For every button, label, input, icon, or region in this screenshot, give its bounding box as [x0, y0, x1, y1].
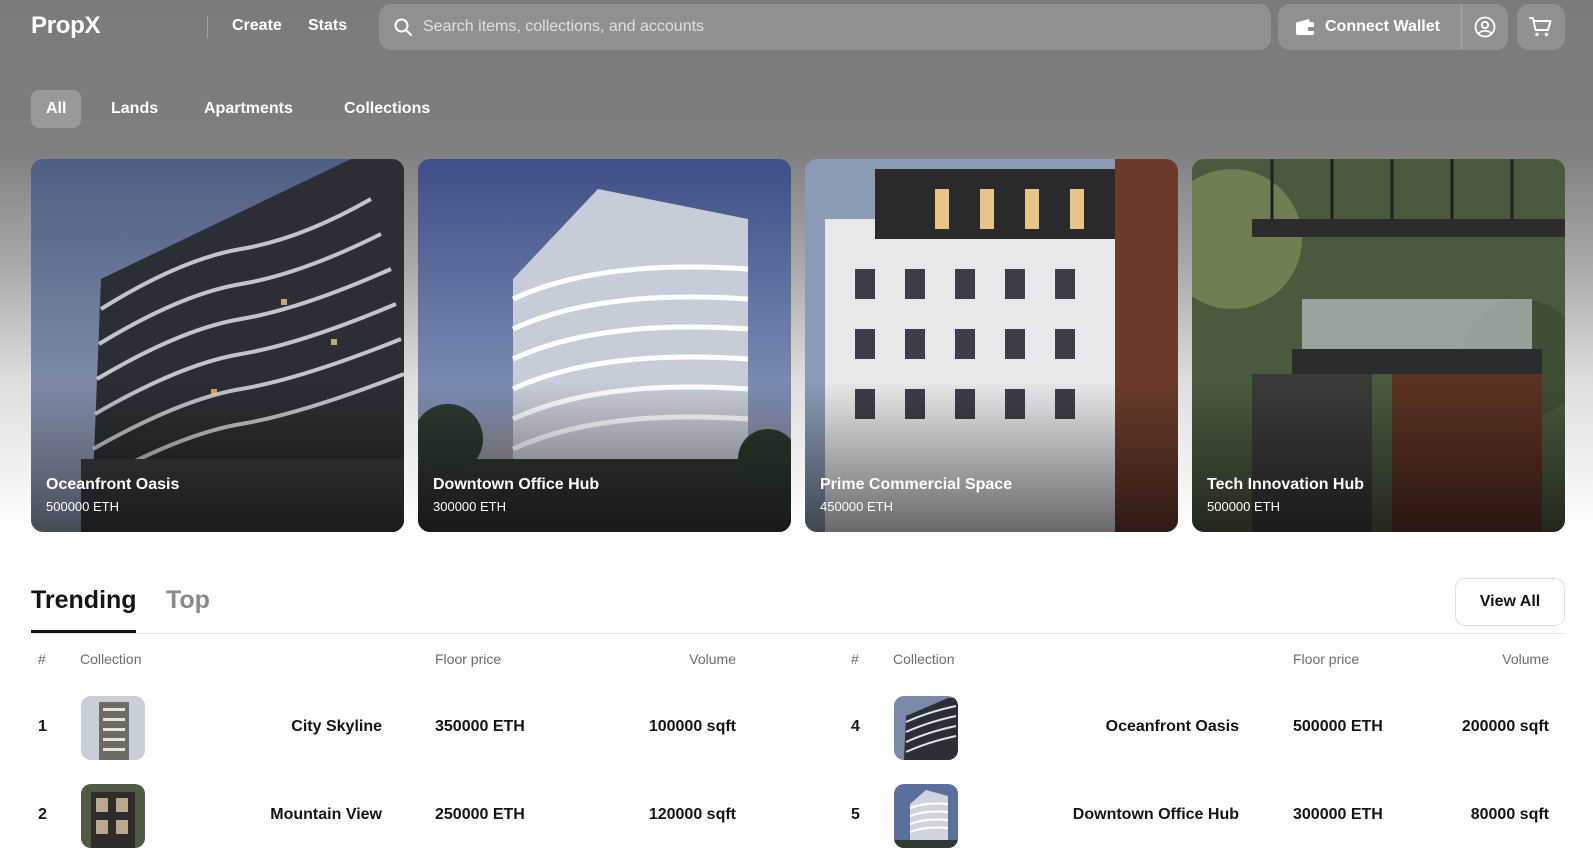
collection-thumbnail — [894, 696, 958, 760]
search-icon — [394, 18, 412, 36]
section-divider — [31, 633, 1565, 634]
profile-button[interactable] — [1462, 4, 1508, 50]
row-floor-price: 500000 ETH — [1293, 718, 1383, 735]
row-volume: 120000 sqft — [648, 806, 736, 823]
card-price: 500000 ETH — [1207, 499, 1280, 514]
row-volume: 200000 sqft — [1461, 718, 1549, 735]
category-tab-collections[interactable]: Collections — [344, 90, 430, 128]
card-title: Prime Commercial Space — [820, 476, 1013, 493]
nav-stats-link[interactable]: Stats — [308, 17, 347, 35]
column-header-volume: Volume — [689, 651, 736, 667]
search-bar[interactable] — [379, 4, 1271, 50]
card-title: Oceanfront Oasis — [46, 476, 180, 493]
column-header-collection: Collection — [80, 651, 142, 667]
card-price: 500000 ETH — [46, 499, 119, 514]
featured-card[interactable]: Prime Commercial Space 450000 ETH — [805, 159, 1178, 532]
collection-thumbnail — [81, 784, 145, 848]
logo[interactable]: PropX — [31, 12, 100, 40]
view-all-button[interactable]: View All — [1455, 578, 1565, 626]
connect-wallet-button[interactable]: Connect Wallet — [1278, 4, 1461, 50]
account-actions: Connect Wallet — [1278, 4, 1508, 50]
featured-card[interactable]: Tech Innovation Hub 500000 ETH — [1192, 159, 1565, 532]
column-header-rank: # — [38, 651, 46, 667]
row-floor-price: 350000 ETH — [435, 718, 525, 735]
row-volume: 80000 sqft — [1470, 806, 1549, 823]
row-collection-name: Mountain View — [270, 806, 382, 823]
featured-card[interactable]: Oceanfront Oasis 500000 ETH — [31, 159, 404, 532]
row-collection-name: Downtown Office Hub — [1072, 806, 1239, 823]
row-floor-price: 250000 ETH — [435, 806, 525, 823]
tab-top[interactable]: Top — [166, 586, 210, 615]
row-floor-price: 300000 ETH — [1293, 806, 1383, 823]
cart-icon — [1529, 17, 1552, 37]
column-header-floor-price: Floor price — [435, 651, 502, 667]
row-collection-name: Oceanfront Oasis — [1105, 718, 1239, 735]
row-volume: 100000 sqft — [648, 718, 736, 735]
column-header-floor-price: Floor price — [1293, 651, 1360, 667]
column-header-rank: # — [851, 651, 859, 667]
row-collection-name: City Skyline — [291, 718, 382, 735]
category-tab-apartments[interactable]: Apartments — [204, 90, 293, 128]
profile-icon — [1474, 16, 1496, 38]
collection-thumbnail — [894, 784, 958, 848]
category-tab-all[interactable]: All — [31, 90, 82, 128]
column-header-collection: Collection — [893, 651, 955, 667]
row-rank: 5 — [851, 806, 860, 823]
column-header-volume: Volume — [1502, 651, 1549, 667]
row-rank: 2 — [38, 806, 47, 823]
featured-card[interactable]: Downtown Office Hub 300000 ETH — [418, 159, 791, 532]
nav-divider — [207, 16, 208, 38]
connect-wallet-label: Connect Wallet — [1325, 18, 1440, 35]
category-tab-lands[interactable]: Lands — [111, 90, 158, 128]
row-rank: 1 — [38, 718, 47, 735]
card-price: 450000 ETH — [820, 499, 893, 514]
row-rank: 4 — [851, 718, 860, 735]
top-navbar: PropX Create Stats Connect Wallet — [0, 0, 1593, 56]
collection-thumbnail — [81, 696, 145, 760]
nav-create-link[interactable]: Create — [232, 17, 282, 35]
tab-trending[interactable]: Trending — [31, 586, 137, 615]
card-title: Tech Innovation Hub — [1207, 476, 1365, 493]
card-title: Downtown Office Hub — [433, 476, 600, 493]
search-input[interactable] — [423, 7, 1271, 47]
cart-button[interactable] — [1517, 4, 1565, 50]
wallet-icon — [1296, 19, 1314, 35]
card-price: 300000 ETH — [433, 499, 506, 514]
